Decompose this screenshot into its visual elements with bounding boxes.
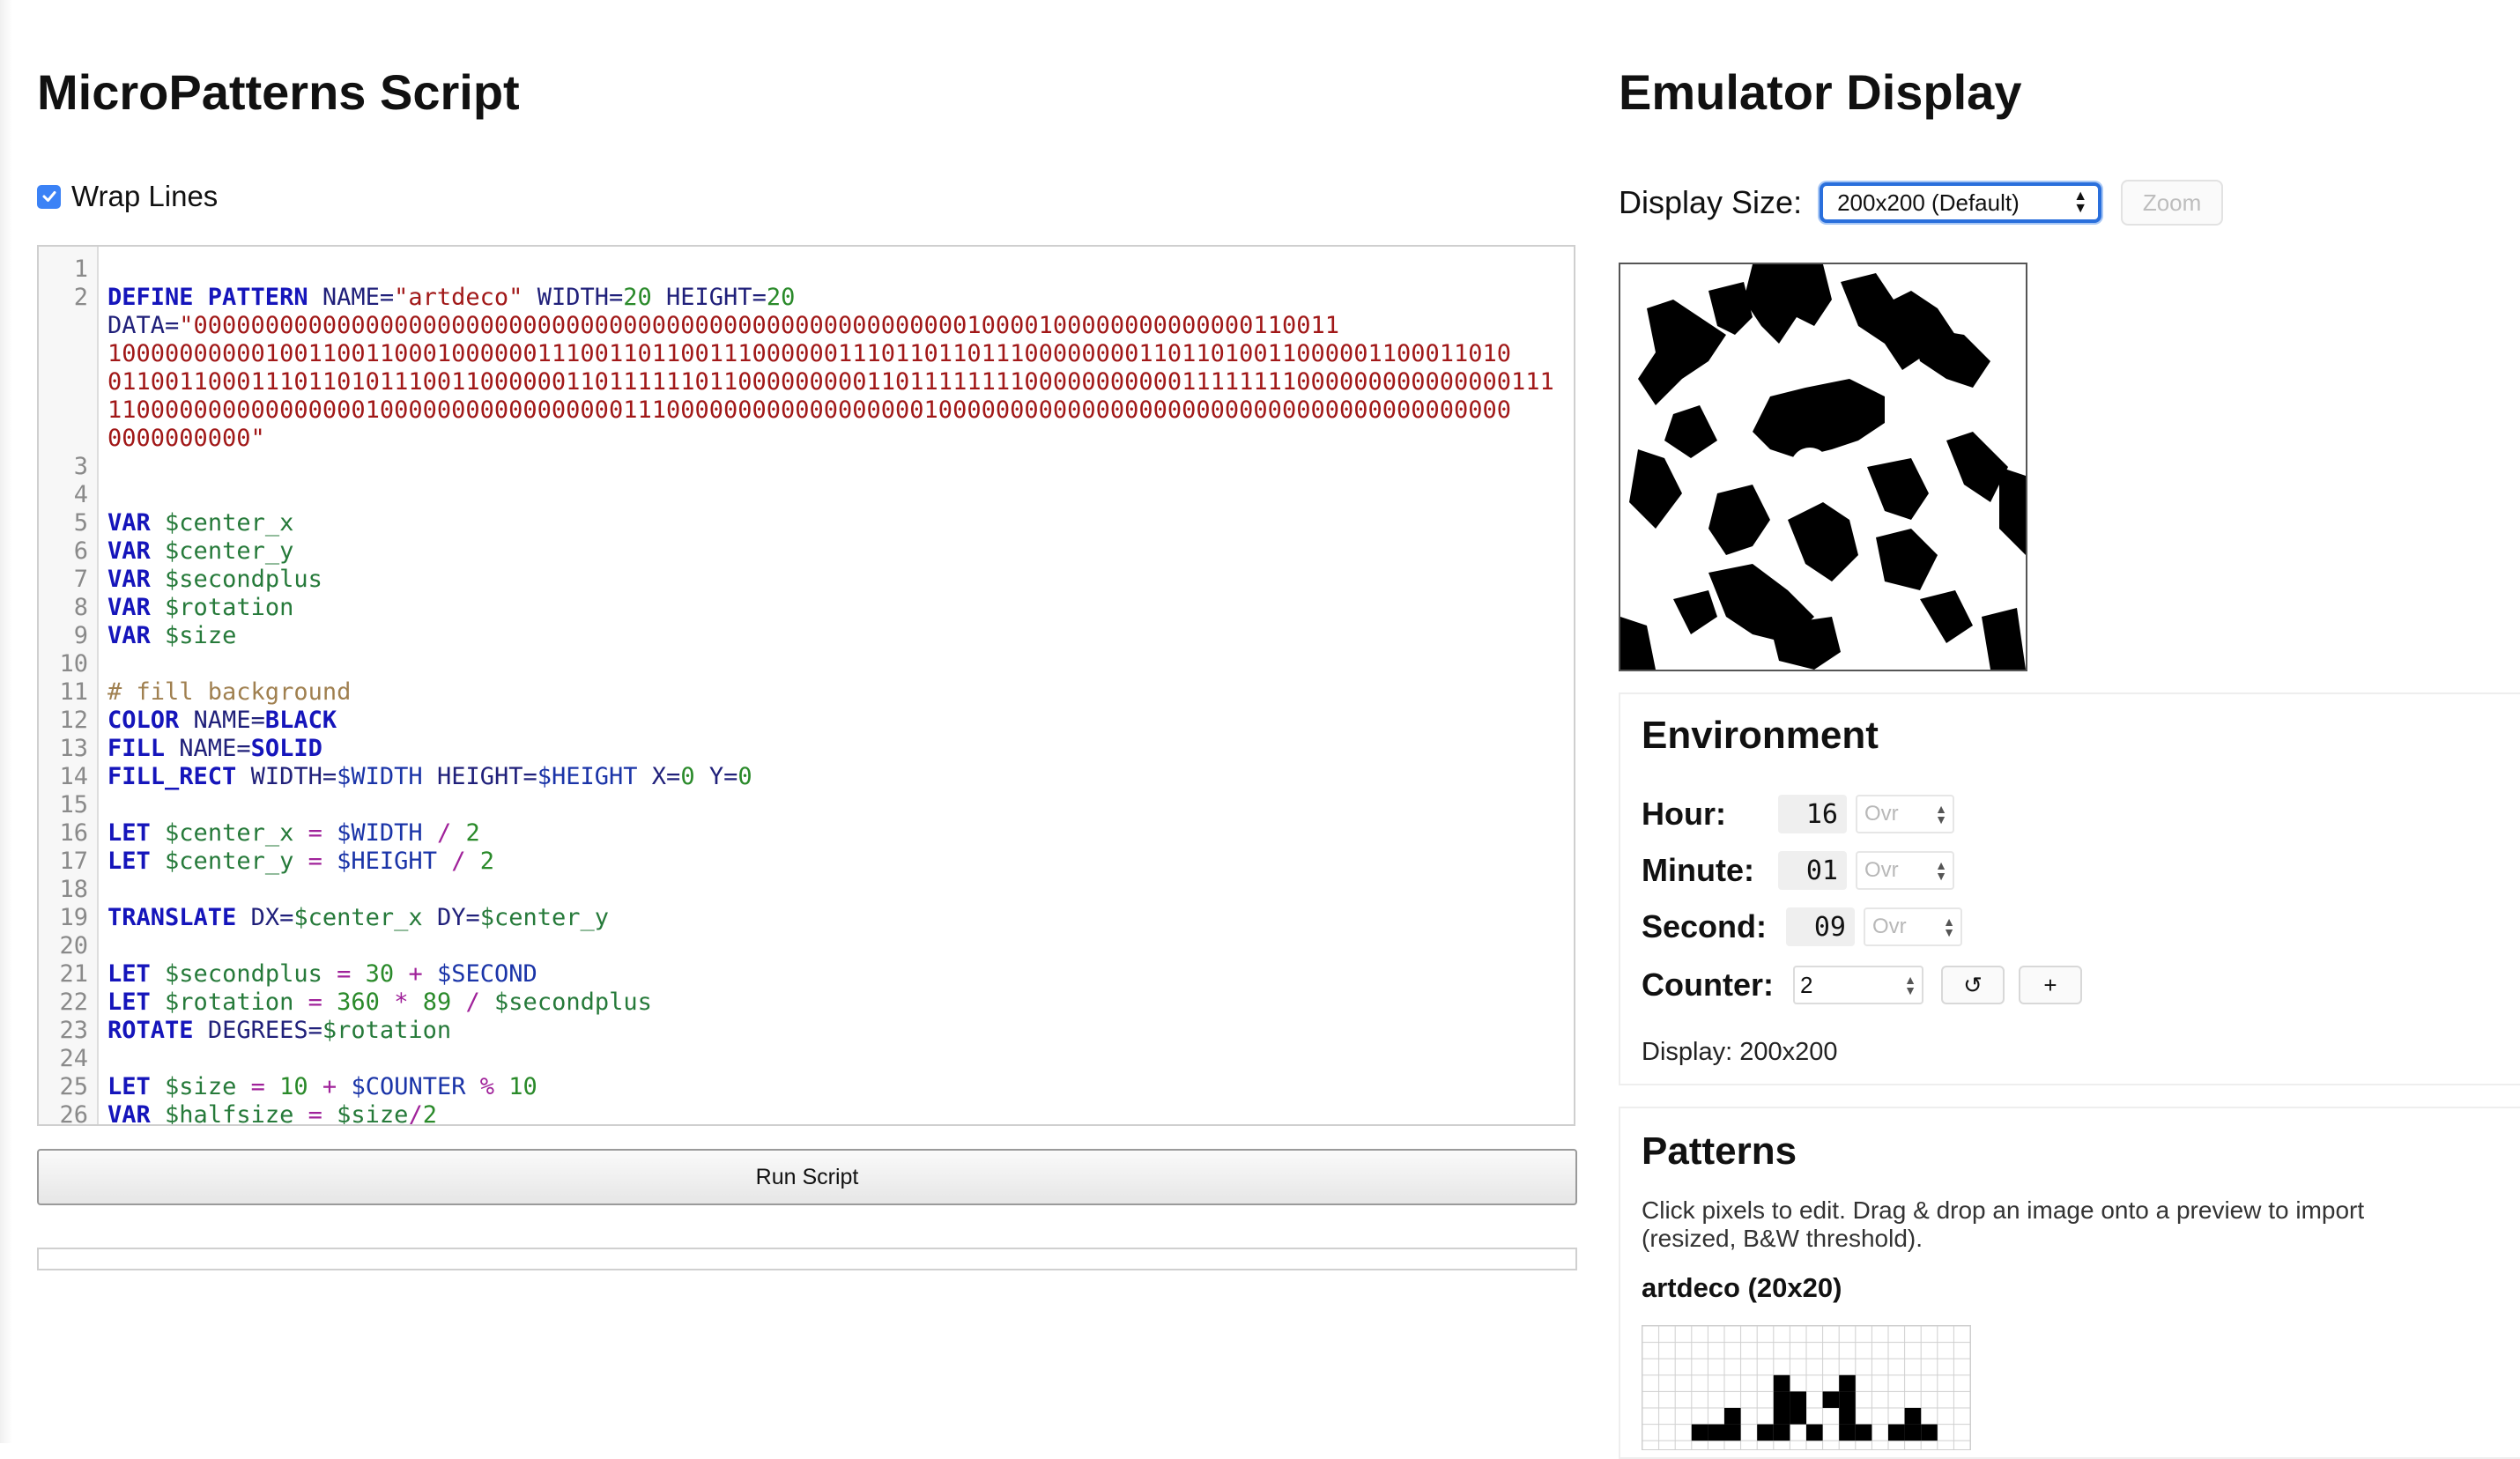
second-override-input[interactable]: Ovr ▲ ▼ <box>1864 907 1962 946</box>
display-info: Display: 200x200 <box>1642 1038 1838 1066</box>
code-line-17: LET $center_y = $HEIGHT / 2 <box>107 848 495 875</box>
line-number: 19 <box>59 904 88 931</box>
pattern-editor-grid[interactable] <box>1642 1325 1971 1450</box>
code-line-8: VAR $rotation <box>107 594 294 621</box>
second-row: Second: 09 Ovr ▲ ▼ <box>1642 907 1962 946</box>
line-number: 18 <box>59 876 88 903</box>
code-line-2-data-2: 1000000000010011001100010000001110011011… <box>107 340 1512 367</box>
second-value: 09 <box>1786 907 1855 946</box>
pattern-grid-preview[interactable] <box>1642 1326 1970 1449</box>
counter-input[interactable]: 2 ▲ ▼ <box>1793 966 1923 1004</box>
run-script-button[interactable]: Run Script <box>37 1149 1577 1205</box>
spinner-icon[interactable]: ▲ ▼ <box>1935 859 1947 882</box>
code-line-11: # fill background <box>107 678 352 706</box>
spinner-icon[interactable]: ▲ ▼ <box>1935 803 1947 826</box>
code-line-7: VAR $secondplus <box>107 566 322 593</box>
patterns-title: Patterns <box>1642 1129 1797 1173</box>
hour-row: Hour: 16 Ovr ▲ ▼ <box>1642 795 1954 833</box>
code-line-13: FILL NAME=SOLID <box>107 735 322 762</box>
code-editor[interactable]: 1 2 3 4 5 6 7 8 9 10 11 12 13 14 15 16 1… <box>37 245 1575 1126</box>
code-line-21: LET $secondplus = 30 + $SECOND <box>107 960 537 988</box>
line-number-gutter: 1 2 3 4 5 6 7 8 9 10 11 12 13 14 15 16 1… <box>39 247 99 1124</box>
line-number: 10 <box>59 650 88 678</box>
code-line-26: VAR $halfsize = $size/2 <box>107 1101 437 1126</box>
environment-panel: Environment Hour: 16 Ovr ▲ ▼ Minute: 01 Ov… <box>1619 692 2520 1085</box>
code-line-5: VAR $center_x <box>107 509 294 537</box>
display-size-label: Display Size: <box>1619 184 1803 220</box>
line-number: 4 <box>73 481 88 508</box>
code-line-22: LET $rotation = 360 * 89 / $secondplus <box>107 989 652 1016</box>
window-edge <box>0 0 12 1443</box>
line-number: 5 <box>73 509 88 537</box>
code-line-12: COLOR NAME=BLACK <box>107 707 337 734</box>
patterns-panel: Patterns Click pixels to edit. Drag & dr… <box>1619 1107 2520 1459</box>
line-number: 26 <box>59 1101 88 1126</box>
script-output <box>37 1248 1577 1270</box>
hour-label: Hour: <box>1642 796 1726 832</box>
script-panel-title: MicroPatterns Script <box>37 64 520 120</box>
select-arrows-icon: ▲ ▼ <box>2073 189 2088 216</box>
code-line-2-data-4: 1100000000000000001000000000000000001110… <box>107 396 1512 424</box>
wrap-lines-checkbox[interactable] <box>37 184 61 209</box>
line-number: 25 <box>59 1073 88 1100</box>
code-line-23: ROTATE DEGREES=$rotation <box>107 1017 452 1044</box>
wrap-lines-label: Wrap Lines <box>71 180 219 212</box>
display-size-value: 200x200 (Default) <box>1837 189 2020 216</box>
second-label: Second: <box>1642 908 1768 944</box>
environment-title: Environment <box>1642 714 1879 757</box>
code-line-19: TRANSLATE DX=$center_x DY=$center_y <box>107 904 610 931</box>
line-number: 16 <box>59 819 88 847</box>
line-number: 7 <box>73 566 88 593</box>
code-line-9: VAR $size <box>107 622 237 649</box>
line-number: 14 <box>59 763 88 790</box>
emulator-title: Emulator Display <box>1619 64 2022 120</box>
code-line-2-data-1: DATA="0000000000000000000000000000000000… <box>107 312 1339 339</box>
hour-override-input[interactable]: Ovr ▲ ▼ <box>1856 795 1954 833</box>
rendered-pattern-image <box>1620 264 2026 670</box>
spinner-icon[interactable]: ▲ ▼ <box>1943 915 1955 938</box>
line-number: 17 <box>59 848 88 875</box>
minute-value: 01 <box>1778 851 1847 890</box>
emulator-display-canvas <box>1619 263 2027 671</box>
code-line-25: LET $size = 10 + $COUNTER % 10 <box>107 1073 537 1100</box>
line-number: 13 <box>59 735 88 762</box>
line-number: 6 <box>73 537 88 565</box>
line-number: 1 <box>73 256 88 283</box>
line-number: 3 <box>73 453 88 480</box>
line-number: 8 <box>73 594 88 621</box>
line-number: 2 <box>73 284 88 311</box>
check-icon <box>42 191 56 202</box>
minute-label: Minute: <box>1642 852 1754 888</box>
spinner-icon[interactable]: ▲ ▼ <box>1904 974 1916 996</box>
code-line-2-data-5: 0000000000" <box>107 425 265 452</box>
minute-row: Minute: 01 Ovr ▲ ▼ <box>1642 851 1954 890</box>
wrap-lines-toggle[interactable]: Wrap Lines <box>37 180 218 213</box>
code-line-2-data-3: 0110011000111011010111001100000011011111… <box>107 368 1554 396</box>
minute-override-input[interactable]: Ovr ▲ ▼ <box>1856 851 1954 890</box>
line-number: 23 <box>59 1017 88 1044</box>
reset-counter-button[interactable]: ↺ <box>1941 966 2005 1004</box>
line-number: 15 <box>59 791 88 818</box>
line-number: 24 <box>59 1045 88 1072</box>
zoom-button[interactable]: Zoom <box>2121 180 2224 226</box>
code-line-16: LET $center_x = $WIDTH / 2 <box>107 819 480 847</box>
code-line-14: FILL_RECT WIDTH=$WIDTH HEIGHT=$HEIGHT X=… <box>107 763 752 790</box>
counter-label: Counter: <box>1642 966 1774 1003</box>
increment-counter-button[interactable]: + <box>2019 966 2082 1004</box>
counter-row: Counter: 2 ▲ ▼ ↺ + <box>1642 966 2082 1004</box>
line-number: 22 <box>59 989 88 1016</box>
line-number: 20 <box>59 932 88 959</box>
pattern-name: artdeco (20x20) <box>1642 1272 1842 1303</box>
display-size-row: Display Size: 200x200 (Default) ▲ ▼ Zoom <box>1619 180 2224 226</box>
patterns-help-text: Click pixels to edit. Drag & drop an ima… <box>1642 1196 2365 1252</box>
code-line-2: DEFINE PATTERN NAME="artdeco" WIDTH=20 H… <box>107 284 796 311</box>
line-number: 12 <box>59 707 88 734</box>
display-size-select[interactable]: 200x200 (Default) ▲ ▼ <box>1820 182 2102 223</box>
code-line-6: VAR $center_y <box>107 537 294 565</box>
line-number: 21 <box>59 960 88 988</box>
line-number: 9 <box>73 622 88 649</box>
line-number: 11 <box>59 678 88 706</box>
hour-value: 16 <box>1778 795 1847 833</box>
